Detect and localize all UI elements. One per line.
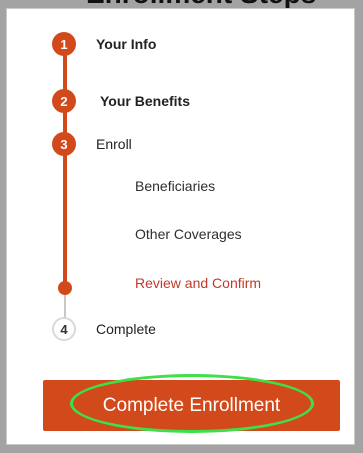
step-number-4: 4 [60, 321, 68, 337]
step-circle-3: 3 [52, 132, 76, 156]
step-circle-1: 1 [52, 32, 76, 56]
step-circle-2: 2 [52, 89, 76, 113]
complete-enrollment-button-label: Complete Enrollment [102, 394, 281, 416]
step-label-enroll[interactable]: Enroll [96, 137, 132, 151]
complete-enrollment-button[interactable]: Complete Enrollment [43, 380, 340, 431]
step-number-1: 1 [60, 36, 68, 52]
substep-beneficiaries[interactable]: Beneficiaries [135, 179, 215, 193]
step-label-complete: Complete [96, 321, 156, 337]
step-number-3: 3 [60, 136, 68, 152]
step-label-your-info[interactable]: Your Info [96, 37, 156, 51]
step-number-2: 2 [60, 93, 68, 109]
progress-rail [63, 49, 67, 286]
step-circle-4: 4 [52, 317, 76, 341]
substep-other-coverages[interactable]: Other Coverages [135, 227, 242, 241]
step-label-your-benefits[interactable]: Your Benefits [100, 94, 190, 108]
page-title: Enrollment Steps [86, 0, 316, 8]
substep-review-and-confirm[interactable]: Review and Confirm [135, 276, 261, 290]
progress-rail-end-dot [58, 281, 72, 295]
